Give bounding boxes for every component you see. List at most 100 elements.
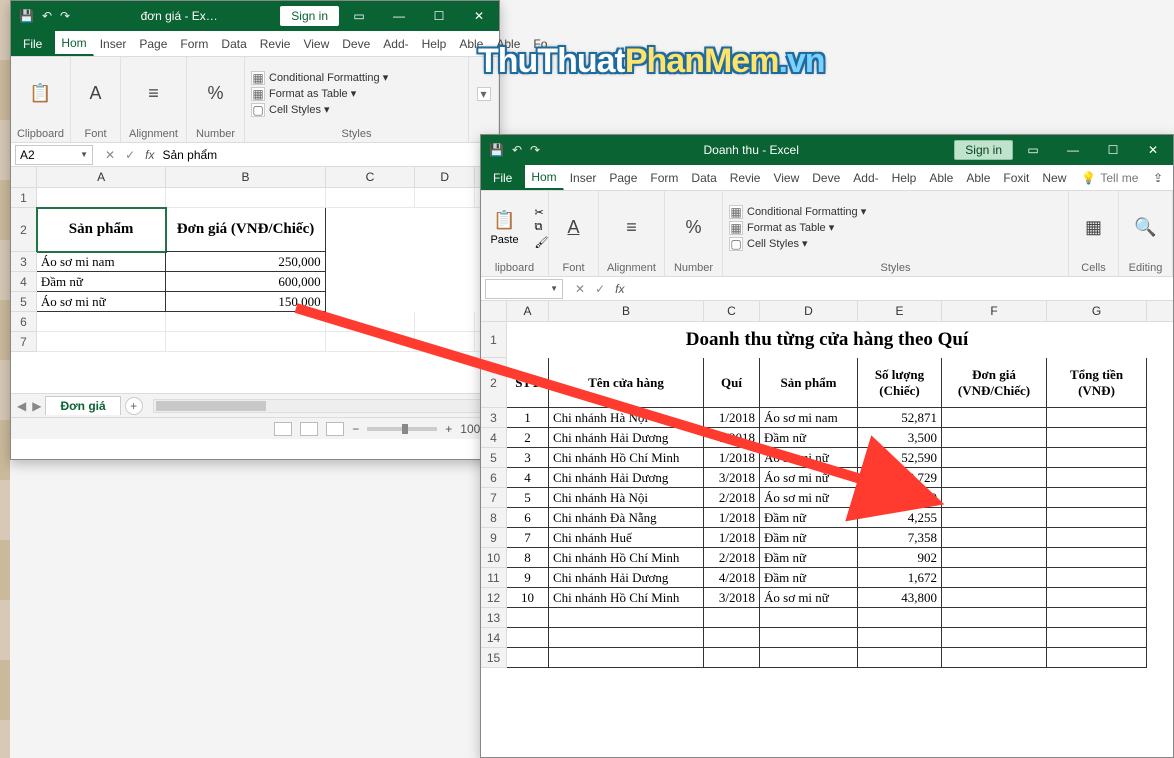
cell[interactable]: [549, 608, 704, 628]
row-head[interactable]: 2: [481, 358, 507, 408]
col-head[interactable]: G: [1047, 301, 1147, 321]
cell[interactable]: Chi nhánh Huế: [549, 528, 704, 548]
tab-page[interactable]: Page: [133, 31, 174, 56]
row-head[interactable]: 14: [481, 628, 507, 648]
cell-a2[interactable]: Sản phẩm: [37, 208, 166, 252]
ribbon-options-icon[interactable]: ▭: [1013, 135, 1053, 165]
cell[interactable]: 9: [507, 568, 549, 588]
tab-view[interactable]: View: [297, 31, 336, 56]
cell[interactable]: [1047, 528, 1147, 548]
name-box[interactable]: ▼: [485, 279, 563, 299]
row-head[interactable]: 13: [481, 608, 507, 628]
maximize-icon[interactable]: ☐: [419, 1, 459, 31]
signin-button[interactable]: Sign in: [954, 140, 1013, 160]
cell[interactable]: Chi nhánh Hồ Chí Minh: [549, 588, 704, 608]
cell-styles-button[interactable]: ▢Cell Styles ▾: [251, 103, 330, 117]
cell[interactable]: [942, 648, 1047, 668]
cell[interactable]: 7,358: [858, 528, 942, 548]
cell-b2[interactable]: Đơn giá (VNĐ/Chiếc): [166, 208, 325, 252]
cell[interactable]: Đầm nữ: [760, 548, 858, 568]
row-head[interactable]: 1: [481, 322, 507, 358]
name-box[interactable]: A2▼: [15, 145, 93, 165]
clipboard-button[interactable]: 📋: [17, 83, 65, 105]
cell[interactable]: [942, 488, 1047, 508]
cell[interactable]: [942, 428, 1047, 448]
col-head[interactable]: A: [37, 167, 166, 187]
row-head[interactable]: 7: [11, 332, 37, 352]
cell[interactable]: 43,800: [858, 588, 942, 608]
copy-icon[interactable]: ⧉: [535, 221, 543, 234]
col-head[interactable]: E: [858, 301, 942, 321]
cell[interactable]: 38,729: [858, 468, 942, 488]
redo-icon[interactable]: ↷: [530, 143, 540, 157]
add-sheet-button[interactable]: +: [125, 397, 143, 415]
format-painter-icon[interactable]: 🖌: [535, 236, 549, 249]
cell[interactable]: 4: [507, 468, 549, 488]
cell[interactable]: 2/2018: [704, 488, 760, 508]
cell[interactable]: Số lượng (Chiếc): [858, 358, 942, 408]
col-head[interactable]: C: [704, 301, 760, 321]
conditional-formatting-button[interactable]: ▦Conditional Formatting ▾: [729, 205, 866, 219]
cell[interactable]: [1047, 648, 1147, 668]
overflow-icon[interactable]: ▾: [477, 87, 491, 101]
cell[interactable]: [942, 468, 1047, 488]
row-head[interactable]: 11: [481, 568, 507, 588]
cell[interactable]: [1047, 428, 1147, 448]
row-head[interactable]: 7: [481, 488, 507, 508]
cell[interactable]: 3: [507, 448, 549, 468]
cell[interactable]: [858, 608, 942, 628]
cell[interactable]: 1: [507, 408, 549, 428]
cell[interactable]: [704, 648, 760, 668]
cell[interactable]: [942, 588, 1047, 608]
minimize-icon[interactable]: —: [1053, 135, 1093, 165]
tab-formulas[interactable]: Form: [644, 165, 685, 190]
tab-file[interactable]: File: [11, 31, 55, 56]
cell[interactable]: [1047, 608, 1147, 628]
col-head[interactable]: D: [415, 167, 475, 187]
select-all-corner[interactable]: [481, 301, 507, 321]
conditional-formatting-button[interactable]: ▦Conditional Formatting ▾: [251, 71, 388, 85]
tab-foxit[interactable]: Foxit: [997, 165, 1036, 190]
cancel-formula-icon[interactable]: ✕: [575, 282, 585, 296]
cell[interactable]: Áo sơ mi nữ: [37, 292, 166, 312]
cell[interactable]: 7: [507, 528, 549, 548]
font-button[interactable]: A: [550, 217, 598, 239]
cell[interactable]: [507, 608, 549, 628]
cell[interactable]: Chi nhánh Hồ Chí Minh: [549, 548, 704, 568]
cell[interactable]: 41,180: [858, 488, 942, 508]
alignment-button[interactable]: ≡: [130, 83, 178, 105]
cell[interactable]: Đầm nữ: [760, 508, 858, 528]
tab-data[interactable]: Data: [685, 165, 723, 190]
cell[interactable]: Áo sơ mi nữ: [760, 488, 858, 508]
cell[interactable]: Áo sơ mi nữ: [760, 448, 858, 468]
cell[interactable]: Áo sơ mi nữ: [760, 468, 858, 488]
cell[interactable]: 6: [507, 508, 549, 528]
grid[interactable]: A B C D E F G 1Doanh thu từng cửa hàng t…: [481, 301, 1173, 753]
cell[interactable]: Chi nhánh Hải Dương: [549, 568, 704, 588]
grid[interactable]: A B C D E 1 2 Sản phẩm Đơn giá (VNĐ/Chiế…: [11, 167, 499, 393]
col-head[interactable]: C: [326, 167, 416, 187]
tab-home[interactable]: Hom: [55, 31, 93, 56]
cell[interactable]: Quí: [704, 358, 760, 408]
cell[interactable]: 4,255: [858, 508, 942, 528]
cell[interactable]: 1,672: [858, 568, 942, 588]
row-head[interactable]: 10: [481, 548, 507, 568]
font-button[interactable]: A: [72, 83, 120, 105]
row-head[interactable]: 5: [11, 292, 37, 312]
cell[interactable]: [1047, 628, 1147, 648]
sheet-tab[interactable]: Đơn giá: [45, 396, 120, 415]
row-head[interactable]: 4: [481, 428, 507, 448]
cell[interactable]: Áo sơ mi nam: [37, 252, 166, 272]
cell[interactable]: 3/2018: [704, 468, 760, 488]
cell[interactable]: [1047, 408, 1147, 428]
row-head[interactable]: 12: [481, 588, 507, 608]
zoom-slider[interactable]: [367, 427, 437, 431]
sheet-title[interactable]: Doanh thu từng cửa hàng theo Quí: [507, 322, 1147, 358]
cell[interactable]: Chi nhánh Hải Dương: [549, 428, 704, 448]
cell[interactable]: Tên cửa hàng: [549, 358, 704, 408]
tab-file[interactable]: File: [481, 165, 525, 190]
undo-icon[interactable]: ↶: [512, 143, 522, 157]
cell[interactable]: 150,000: [166, 292, 325, 312]
tab-home[interactable]: Hom: [525, 165, 563, 190]
editing-button[interactable]: 🔍: [1122, 217, 1170, 239]
